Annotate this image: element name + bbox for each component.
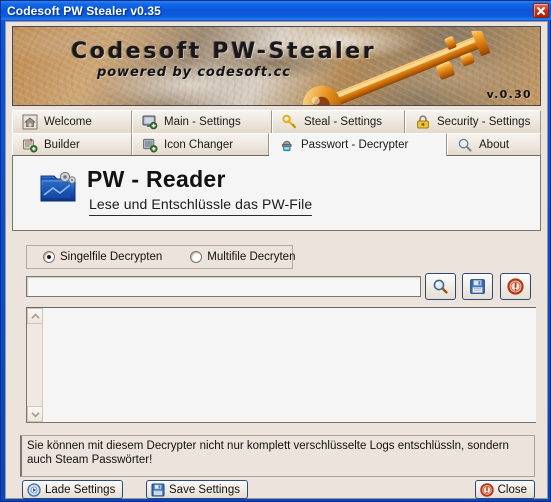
pw-reader-subtitle: Lese und Entschlüssle das PW-File [89, 196, 313, 216]
tab-row-2: Builder Icon Changer Passwort - Decrypte… [12, 133, 541, 157]
red-alert-icon [479, 482, 494, 497]
tab-about-label: About [479, 139, 510, 151]
footer-bar: Lade Settings Save Settings Close [6, 480, 549, 499]
tab-welcome[interactable]: Welcome [12, 110, 132, 133]
tab-icon-changer-label: Icon Changer [164, 139, 234, 151]
load-settings-button[interactable]: Lade Settings [22, 480, 124, 499]
scroll-down-button[interactable] [27, 406, 43, 422]
close-x-icon [536, 6, 546, 15]
tab-builder-label: Builder [44, 139, 80, 151]
tab-security-settings-label: Security - Settings [437, 116, 531, 128]
pw-reader-header: PW - Reader Lese und Entschlüssle das PW… [12, 155, 541, 231]
browse-file-button[interactable] [425, 273, 456, 300]
home-icon [22, 114, 38, 130]
tab-icon-changer[interactable]: Icon Changer [132, 133, 269, 156]
app-banner: Codesoft PW-Stealer powered by codesoft.… [12, 26, 541, 106]
padlock-icon [417, 115, 429, 129]
window-close-button[interactable] [533, 3, 549, 18]
build-gear-icon [22, 138, 38, 153]
decrypt-output-textarea[interactable] [44, 308, 536, 422]
radio-singlefile-decrypt[interactable]: Singelfile Decrypten [43, 251, 162, 263]
scroll-up-button[interactable] [27, 308, 43, 324]
decrypt-mode-group: Singelfile Decrypten Multifile Decryten [26, 245, 295, 269]
radio-singlefile-label: Singelfile Decrypten [60, 251, 163, 263]
tab-about[interactable]: About [447, 133, 541, 156]
save-settings-button[interactable]: Save Settings [146, 480, 248, 499]
decrypter-panel: PW - Reader Lese und Entschlüssle das PW… [12, 155, 541, 427]
window-title: Codesoft PW Stealer v0.35 [7, 3, 161, 18]
tab-steal-settings-label: Steal - Settings [304, 116, 382, 128]
save-settings-label: Save Settings [169, 483, 240, 496]
floppy-disk-icon [151, 483, 165, 496]
tab-steal-settings[interactable]: Steal - Settings [272, 110, 405, 133]
open-folder-gear-icon [40, 171, 76, 202]
radio-multifile-label: Multifile Decryten [207, 251, 296, 263]
radio-multifile-decrypt[interactable]: Multifile Decryten [190, 251, 295, 263]
save-decrypted-button[interactable] [462, 273, 493, 300]
tab-security-settings[interactable]: Security - Settings [405, 110, 541, 133]
radio-unselected-icon [190, 251, 203, 263]
chevron-up-icon [30, 312, 40, 319]
decrypt-icon [281, 140, 292, 152]
tab-main-settings-label: Main - Settings [164, 116, 241, 128]
close-button-label: Close [497, 483, 527, 496]
floppy-disk-icon [470, 279, 485, 294]
pw-reader-title: PW - Reader [87, 166, 226, 192]
decrypt-output-area [26, 307, 536, 423]
close-button[interactable]: Close [474, 480, 535, 499]
banner-subtitle: powered by codesoft.cc [97, 65, 291, 80]
info-message-text: Sie können mit diesem Decrypter nicht nu… [27, 440, 509, 466]
client-area: Codesoft PW-Stealer powered by codesoft.… [5, 21, 548, 499]
magnifier-icon [458, 138, 472, 152]
tab-passwort-decrypter-label: Passwort - Decrypter [301, 139, 409, 151]
output-vertical-scrollbar[interactable] [27, 308, 43, 422]
info-button[interactable] [500, 273, 531, 300]
tab-main-settings[interactable]: Main - Settings [132, 110, 272, 133]
application-window: Codesoft PW Stealer v0.35 Codesoft PW-St… [0, 0, 551, 502]
disc-play-icon [27, 482, 41, 497]
title-bar[interactable]: Codesoft PW Stealer v0.35 [1, 1, 551, 20]
key-icon [282, 114, 297, 129]
load-settings-label: Lade Settings [45, 483, 116, 496]
info-message-box: Sie können mit diesem Decrypter nicht nu… [20, 435, 535, 477]
banner-title: Codesoft PW-Stealer [71, 39, 377, 64]
tab-builder[interactable]: Builder [12, 133, 132, 156]
red-alert-icon [507, 278, 524, 295]
tab-welcome-label: Welcome [44, 116, 92, 128]
chevron-down-icon [30, 411, 40, 418]
pw-file-path-input[interactable] [26, 276, 421, 297]
radio-selected-icon [43, 251, 55, 263]
magnifier-icon [433, 279, 448, 294]
tab-passwort-decrypter[interactable]: Passwort - Decrypter [269, 133, 447, 157]
image-swap-icon [143, 138, 158, 153]
tab-row-1: Welcome Main - Settings Steal - Settings… [12, 110, 541, 133]
banner-version: v.0.30 [486, 88, 532, 101]
tab-strip: Welcome Main - Settings Steal - Settings… [12, 110, 541, 157]
monitor-gear-icon [142, 115, 158, 130]
